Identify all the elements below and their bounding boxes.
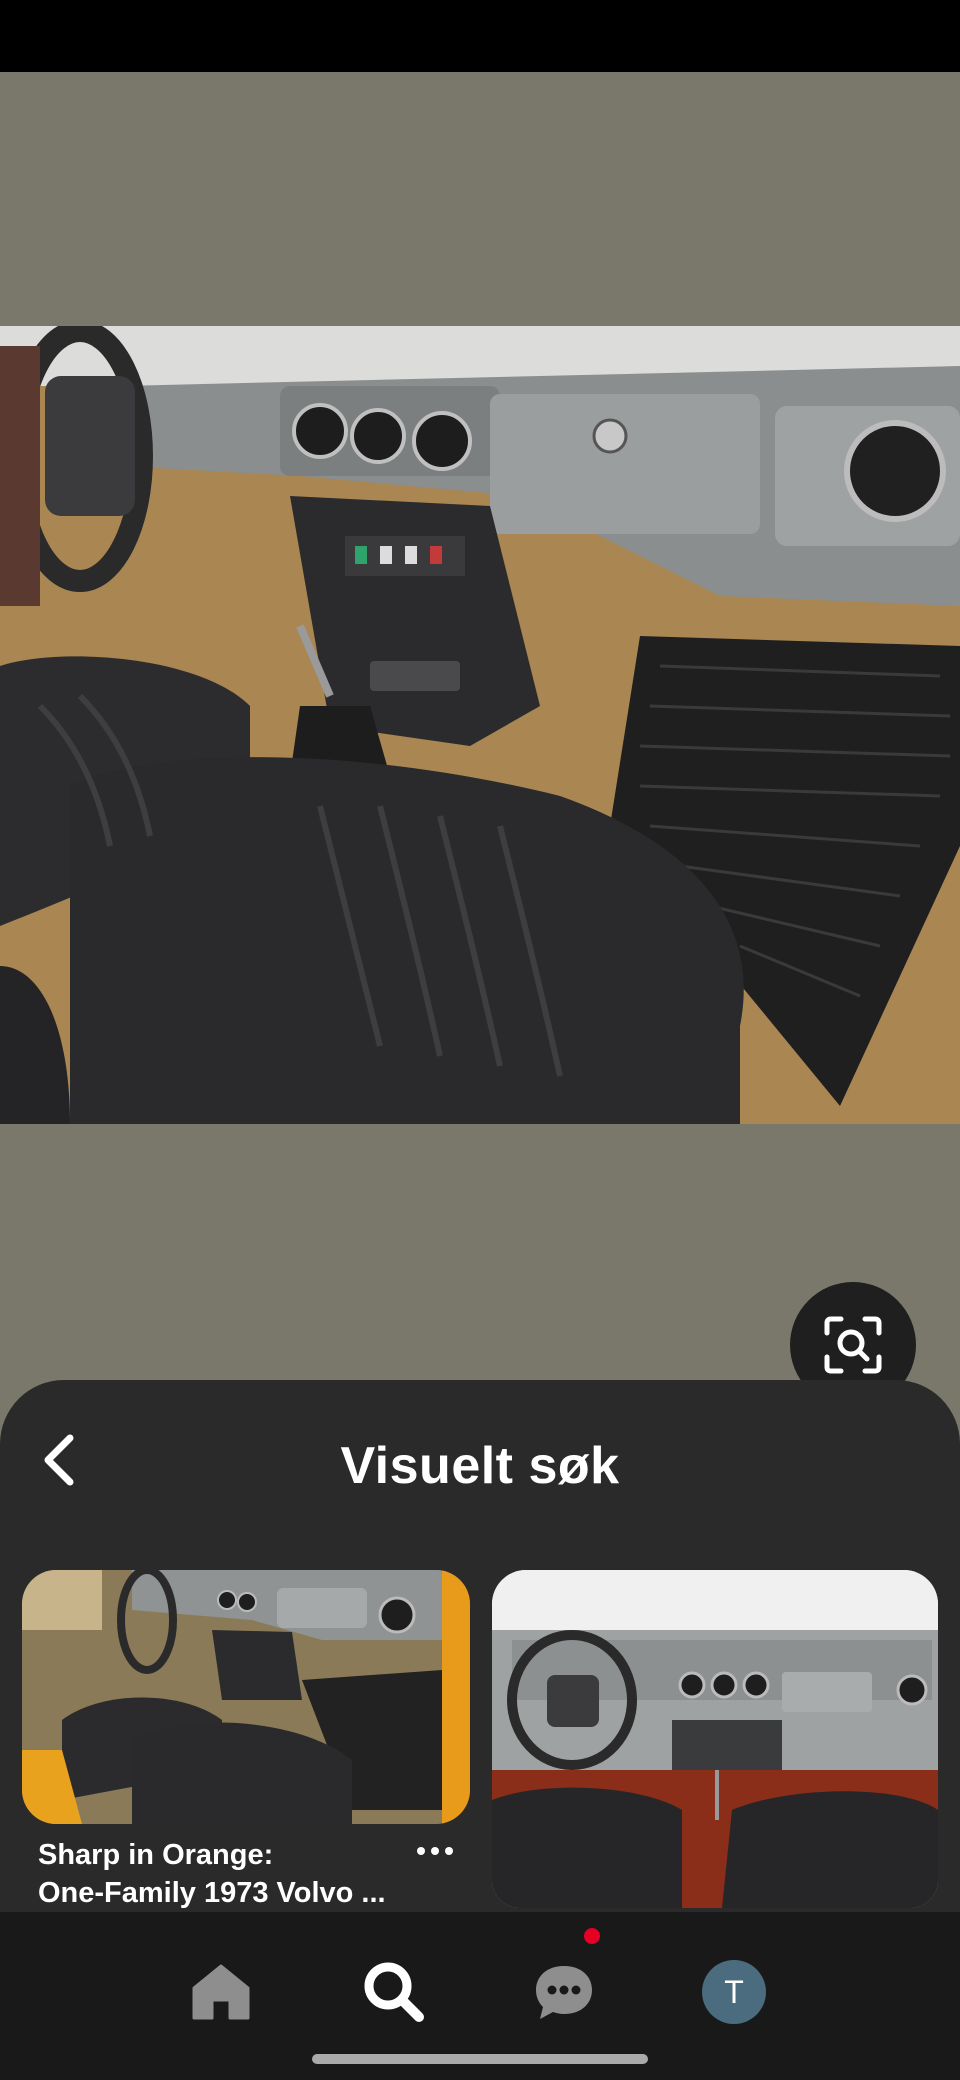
nav-home[interactable] <box>181 1952 261 2032</box>
nav-messages[interactable] <box>524 1952 604 2032</box>
home-icon <box>192 1964 250 2020</box>
chat-bubble-icon <box>536 1966 592 2019</box>
result-card[interactable] <box>492 1570 938 1908</box>
nav-profile[interactable]: T <box>694 1952 774 2032</box>
search-icon <box>364 1962 424 2022</box>
home-indicator[interactable] <box>312 2054 648 2064</box>
more-dots-icon <box>417 1847 425 1855</box>
visual-search-sheet: Visuelt søk Sharp in Orange: One-Family … <box>0 1380 960 1912</box>
pin-image[interactable] <box>0 326 960 1124</box>
status-bar <box>0 0 960 72</box>
result-thumbnail <box>22 1570 470 1824</box>
sheet-title: Visuelt søk <box>340 1437 620 1495</box>
notification-badge <box>584 1928 600 1944</box>
visual-search-lens-icon <box>824 1316 882 1374</box>
avatar: T <box>702 1960 766 2024</box>
result-thumbnail <box>492 1570 938 1908</box>
result-caption[interactable]: Sharp in Orange: One-Family 1973 Volvo .… <box>38 1836 398 1912</box>
more-options-button[interactable] <box>410 1836 460 1866</box>
nav-search[interactable] <box>354 1952 434 2032</box>
result-card[interactable] <box>22 1570 470 1824</box>
